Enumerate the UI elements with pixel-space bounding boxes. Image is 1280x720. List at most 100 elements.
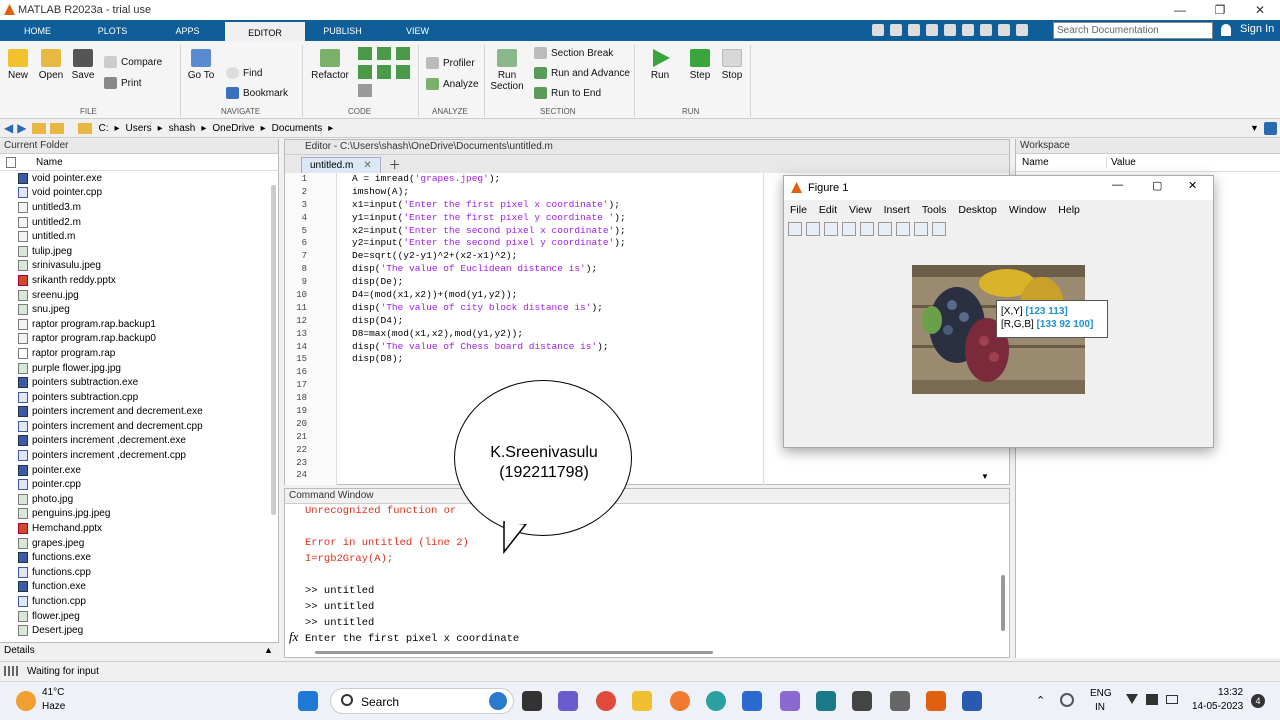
- sync-icon[interactable]: [1060, 693, 1074, 707]
- tab-home[interactable]: HOME: [0, 20, 75, 41]
- list-item[interactable]: functions.cpp: [0, 565, 278, 580]
- command-window[interactable]: Command Window Unrecognized function or E…: [284, 488, 1010, 658]
- command-hscrollbar[interactable]: [315, 651, 713, 654]
- list-item[interactable]: functions.exe: [0, 550, 278, 565]
- list-item[interactable]: Desert.jpeg: [0, 623, 278, 638]
- run-and-advance-button[interactable]: Run and Advance: [534, 67, 630, 79]
- list-item[interactable]: pointers increment ,decrement.exe: [0, 434, 278, 449]
- new-tab-button[interactable]: ＋: [381, 156, 409, 173]
- name-column-header[interactable]: Name: [36, 157, 63, 168]
- details-panel[interactable]: Details ▲: [0, 642, 279, 658]
- bookmark-button[interactable]: Bookmark: [226, 87, 288, 99]
- figure-menu-item[interactable]: File: [790, 204, 807, 216]
- matlab-taskbar-icon[interactable]: [926, 691, 946, 711]
- up-folder-icon[interactable]: [32, 122, 47, 134]
- list-item[interactable]: snu.jpeg: [0, 302, 278, 317]
- copilot-icon[interactable]: [780, 691, 800, 711]
- sign-in-link[interactable]: Sign In: [1240, 23, 1274, 35]
- list-item[interactable]: grapes.jpeg: [0, 536, 278, 551]
- code-content[interactable]: A = imread('grapes.jpeg'); imshow(A); x1=i…: [352, 173, 626, 366]
- browse-folder-icon[interactable]: [50, 122, 65, 134]
- datatip[interactable]: [X,Y] [123 113] [R,G,B] [133 92 100]: [996, 300, 1108, 338]
- search-documentation-input[interactable]: Search Documentation: [1053, 22, 1213, 39]
- list-item[interactable]: photo.jpg: [0, 492, 278, 507]
- close-button[interactable]: ✕: [1240, 0, 1280, 20]
- folder-scrollbar[interactable]: [271, 185, 276, 515]
- list-item[interactable]: Hemchand.pptx: [0, 521, 278, 536]
- chevron-up-icon[interactable]: ⌃: [1036, 694, 1045, 707]
- tab-untitled-m[interactable]: untitled.m ✕: [301, 157, 381, 173]
- tab-view[interactable]: VIEW: [380, 20, 455, 41]
- list-item[interactable]: untitled.m: [0, 229, 278, 244]
- figure-menu-item[interactable]: Edit: [819, 204, 837, 216]
- list-item[interactable]: function.exe: [0, 580, 278, 595]
- tab-publish[interactable]: PUBLISH: [305, 20, 380, 41]
- list-item[interactable]: pointer.cpp: [0, 477, 278, 492]
- select-all-checkbox[interactable]: [6, 156, 16, 168]
- figure-menu-item[interactable]: Tools: [922, 204, 947, 216]
- refactor-button[interactable]: Refactor: [310, 49, 350, 81]
- raptor-icon[interactable]: [890, 691, 910, 711]
- window-icon[interactable]: [852, 691, 872, 711]
- find-button[interactable]: Find: [226, 67, 262, 79]
- language-in[interactable]: IN: [1095, 702, 1105, 713]
- list-item[interactable]: void pointer.cpp: [0, 186, 278, 201]
- temperature[interactable]: 41°C: [42, 687, 64, 698]
- file-explorer-icon[interactable]: [632, 691, 652, 711]
- figure-maximize-button[interactable]: ▢: [1152, 179, 1162, 192]
- run-section-button[interactable]: Run Section: [488, 49, 526, 92]
- language-eng[interactable]: ENG: [1090, 688, 1112, 699]
- list-item[interactable]: tulip.jpeg: [0, 244, 278, 259]
- app-icon[interactable]: [816, 691, 836, 711]
- stop-button[interactable]: Stop: [718, 49, 746, 81]
- breadcrumb-onedrive[interactable]: OneDrive: [212, 123, 254, 134]
- list-item[interactable]: purple flower.jpg.jpg: [0, 361, 278, 376]
- list-item[interactable]: pointers increment and decrement.exe: [0, 405, 278, 420]
- list-item[interactable]: pointers increment ,decrement.cpp: [0, 448, 278, 463]
- firefox-icon[interactable]: [670, 691, 690, 711]
- taskbar-search[interactable]: Search: [330, 688, 514, 714]
- step-button[interactable]: Step: [686, 49, 714, 81]
- weather-text[interactable]: Haze: [42, 701, 65, 712]
- list-item[interactable]: pointers increment and decrement.cpp: [0, 419, 278, 434]
- list-item[interactable]: untitled2.m: [0, 215, 278, 230]
- breadcrumb-shash[interactable]: shash: [169, 123, 196, 134]
- windows-start-icon[interactable]: [298, 691, 318, 711]
- battery-icon[interactable]: [1166, 695, 1178, 704]
- figure-minimize-button[interactable]: —: [1112, 179, 1123, 191]
- figure-toolbar[interactable]: [788, 222, 946, 240]
- go-to-button[interactable]: Go To: [186, 49, 216, 81]
- profiler-button[interactable]: Profiler: [426, 57, 475, 69]
- list-item[interactable]: pointers subtraction.cpp: [0, 390, 278, 405]
- breadcrumb-users[interactable]: Users: [126, 123, 152, 134]
- list-item[interactable]: raptor program.rap.backup0: [0, 332, 278, 347]
- teams-icon[interactable]: [558, 691, 578, 711]
- command-scrollbar[interactable]: [1001, 575, 1005, 631]
- list-item[interactable]: untitled3.m: [0, 200, 278, 215]
- section-break-button[interactable]: Section Break: [534, 47, 613, 59]
- open-button[interactable]: Open: [37, 49, 65, 81]
- list-item[interactable]: raptor program.rap.backup1: [0, 317, 278, 332]
- forward-icon[interactable]: ▶: [17, 121, 26, 135]
- minimize-button[interactable]: —: [1160, 0, 1200, 20]
- list-item[interactable]: flower.jpeg: [0, 609, 278, 624]
- list-item[interactable]: pointer.exe: [0, 463, 278, 478]
- breadcrumb-documents[interactable]: Documents: [272, 123, 323, 134]
- volume-icon[interactable]: [1146, 694, 1158, 705]
- list-item[interactable]: penguins.jpg.jpeg: [0, 507, 278, 522]
- list-item[interactable]: void pointer.exe: [0, 171, 278, 186]
- list-item[interactable]: pointers subtraction.exe: [0, 375, 278, 390]
- bell-icon[interactable]: [1221, 24, 1231, 36]
- notification-badge[interactable]: 4: [1251, 694, 1265, 708]
- list-item[interactable]: raptor program.rap: [0, 346, 278, 361]
- code-tools[interactable]: [358, 47, 414, 97]
- security-icon[interactable]: [742, 691, 762, 711]
- address-dropdown-icon[interactable]: ▼: [1250, 123, 1259, 133]
- fx-icon[interactable]: fx: [289, 629, 298, 645]
- tab-plots[interactable]: PLOTS: [75, 20, 150, 41]
- print-button[interactable]: Print: [104, 77, 142, 89]
- list-item[interactable]: sreenu.jpg: [0, 288, 278, 303]
- clock-time[interactable]: 13:32: [1218, 687, 1243, 698]
- edge-icon[interactable]: [706, 691, 726, 711]
- run-button[interactable]: Run: [646, 49, 674, 81]
